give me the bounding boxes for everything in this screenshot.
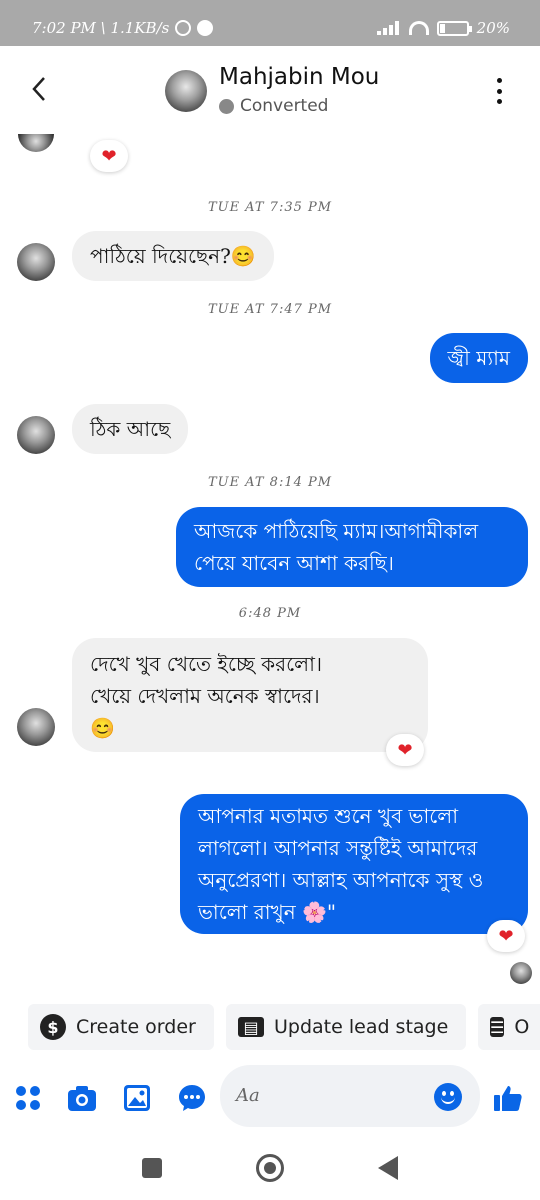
id-card-icon: ▤ <box>238 1017 264 1037</box>
message-line: আজকে পাঠিয়েছি ম্যাম।আগামীকাল <box>194 519 479 543</box>
avatar <box>17 708 55 746</box>
avatar[interactable] <box>165 70 207 112</box>
status-dot-icon <box>219 98 234 114</box>
recents-icon[interactable] <box>142 1158 162 1178</box>
signal-icon <box>376 21 401 35</box>
list-icon: ☰ <box>490 1017 505 1037</box>
message-composer: Aa <box>0 1064 540 1134</box>
dollar-icon: $ <box>40 1014 66 1040</box>
system-nav-bar <box>0 1134 540 1200</box>
message-placeholder: Aa <box>236 1085 260 1106</box>
heart-reaction[interactable]: ❤ <box>487 920 525 952</box>
update-lead-stage-button[interactable]: ▤ Update lead stage <box>226 1004 466 1050</box>
chevron-left-icon[interactable] <box>28 74 52 104</box>
message-line: খেয়ে দেখলাম অনেক স্বাদের। <box>90 684 320 708</box>
timestamp: TUE AT 7:35 PM <box>207 200 333 215</box>
create-order-button[interactable]: $ Create order <box>28 1004 214 1050</box>
message-bubble-incoming[interactable]: দেখে খুব খেতে ইচ্ছে করলো। খেয়ে দেখলাম অ… <box>72 638 428 752</box>
message-line: ভালো রাখুন 🌸" <box>198 900 337 924</box>
chip-label: O <box>514 1016 530 1038</box>
message-bubble-outgoing[interactable]: আজকে পাঠিয়েছি ম্যাম।আগামীকাল পেয়ে যাবে… <box>176 507 528 587</box>
back-triangle-icon[interactable] <box>378 1156 398 1180</box>
avatar <box>17 243 55 281</box>
emoji-icon[interactable] <box>434 1083 462 1111</box>
battery-percent: 20% <box>476 19 510 37</box>
message-line: আপনার মতামত শুনে খুব ভালো <box>198 804 458 828</box>
message-line: পেয়ে যাবেন আশা করছি। <box>194 551 394 575</box>
wifi-icon <box>408 21 429 35</box>
heart-reaction[interactable]: ❤ <box>90 140 128 172</box>
message-bubble-incoming[interactable]: পাঠিয়ে দিয়েছেন?😊 <box>72 231 274 281</box>
status-label: Converted <box>240 96 329 116</box>
camera-icon[interactable] <box>66 1082 98 1114</box>
message-bubble-incoming[interactable]: ঠিক আছে <box>72 404 189 454</box>
contact-name[interactable]: Mahjabin Mou <box>219 64 379 90</box>
vertical-dots-icon[interactable] <box>490 78 508 104</box>
chip-label: Create order <box>76 1016 196 1038</box>
message-input[interactable]: Aa <box>220 1065 480 1127</box>
chat-more-icon[interactable] <box>176 1082 208 1114</box>
timestamp: TUE AT 7:47 PM <box>207 302 333 317</box>
chip-label: Update lead stage <box>274 1016 449 1038</box>
message-line: লাগলো। আপনার সন্তুষ্টিই আমাদের <box>198 836 478 860</box>
battery-icon <box>436 20 472 36</box>
timestamp: TUE AT 8:14 PM <box>207 475 333 490</box>
message-line: দেখে খুব খেতে ইচ্ছে করলো। <box>90 652 323 676</box>
message-bubble-outgoing[interactable]: জ্বী ম্যাম <box>429 333 528 383</box>
thumbs-up-icon[interactable] <box>492 1082 524 1114</box>
image-icon[interactable] <box>121 1082 153 1114</box>
more-action-button[interactable]: ☰ O <box>478 1004 540 1050</box>
status-time-speed: 7:02 PM \ 1.1KB/s <box>32 19 170 37</box>
quick-actions: $ Create order ▤ Update lead stage ☰ O <box>0 1004 540 1050</box>
whatsapp-icon <box>197 20 214 36</box>
timestamp: 6:48 PM <box>238 606 302 621</box>
chat-header: Mahjabin Mou Converted <box>0 46 540 134</box>
lead-status: Converted <box>219 96 328 116</box>
apps-icon[interactable] <box>12 1082 44 1114</box>
message-bubble-outgoing[interactable]: আপনার মতামত শুনে খুব ভালো লাগলো। আপনার স… <box>180 794 528 934</box>
message-line: অনুপ্রেরণা। আল্লাহ আপনাকে সুস্থ ও <box>198 868 484 892</box>
avatar <box>18 134 54 152</box>
home-icon[interactable] <box>256 1154 284 1182</box>
status-bar: 7:02 PM \ 1.1KB/s 20% <box>0 0 540 46</box>
seen-avatar <box>510 962 532 984</box>
message-line: 😊 <box>90 716 115 740</box>
heart-reaction[interactable]: ❤ <box>386 734 424 766</box>
alarm-icon <box>175 20 192 36</box>
avatar <box>17 416 55 454</box>
